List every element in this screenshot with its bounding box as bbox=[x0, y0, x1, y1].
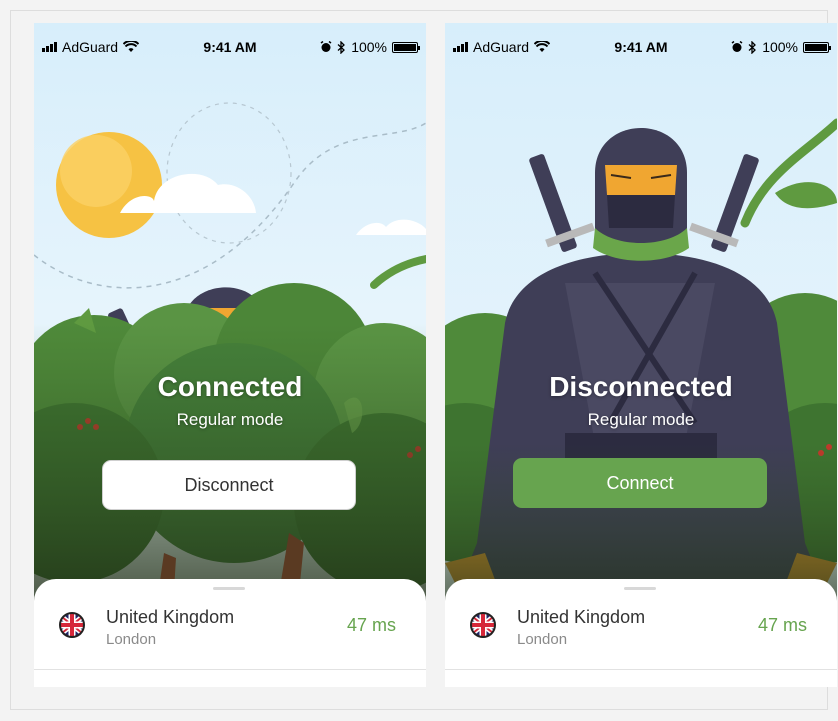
city-name: London bbox=[106, 631, 157, 648]
alarm-icon bbox=[731, 41, 743, 52]
status-bar: AdGuard 9:41 AM 100% bbox=[445, 23, 837, 65]
disconnect-button[interactable]: Disconnect bbox=[102, 460, 356, 510]
connected-illustration bbox=[34, 23, 426, 623]
battery-percent: 100% bbox=[351, 39, 387, 55]
location-sheet[interactable]: United Kingdom London 47 ms bbox=[445, 579, 837, 687]
battery-icon bbox=[803, 41, 831, 53]
ping-value: 47 ms bbox=[346, 615, 396, 635]
country-name: United Kingdom bbox=[517, 607, 646, 627]
location-sheet[interactable]: United Kingdom London 47 ms bbox=[34, 579, 426, 687]
status-right: 100% bbox=[320, 39, 420, 55]
screenshot-frame: AdGuard 9:41 AM 100% Connected Regular m… bbox=[10, 10, 837, 710]
connection-state: Connected bbox=[157, 371, 303, 402]
city-name: London bbox=[517, 631, 568, 648]
sheet-handle[interactable] bbox=[624, 587, 656, 590]
uk-flag-icon bbox=[59, 612, 85, 638]
phone-disconnected: AdGuard 9:41 AM 100% Disconnected Regula… bbox=[445, 23, 837, 687]
status-right: 100% bbox=[731, 39, 831, 55]
divider bbox=[34, 669, 426, 670]
sheet-handle[interactable] bbox=[213, 587, 245, 590]
battery-percent: 100% bbox=[762, 39, 798, 55]
mode-label: Regular mode bbox=[176, 410, 284, 429]
alarm-icon bbox=[320, 41, 332, 52]
location-row[interactable]: United Kingdom London 47 ms bbox=[445, 601, 837, 667]
country-name: United Kingdom bbox=[106, 607, 235, 627]
connect-button[interactable]: Connect bbox=[513, 458, 767, 508]
battery-icon bbox=[392, 41, 420, 53]
location-row[interactable]: United Kingdom London 47 ms bbox=[34, 601, 426, 667]
divider bbox=[445, 669, 837, 670]
ping-value: 47 ms bbox=[757, 615, 807, 635]
connection-state: Disconnected bbox=[549, 371, 733, 402]
uk-flag-icon bbox=[470, 612, 496, 638]
bluetooth-icon bbox=[748, 40, 757, 54]
phone-connected: AdGuard 9:41 AM 100% Connected Regular m… bbox=[34, 23, 426, 687]
status-bar: AdGuard 9:41 AM 100% bbox=[34, 23, 426, 65]
bluetooth-icon bbox=[337, 40, 346, 54]
disconnected-illustration bbox=[445, 23, 837, 623]
mode-label: Regular mode bbox=[587, 410, 695, 429]
